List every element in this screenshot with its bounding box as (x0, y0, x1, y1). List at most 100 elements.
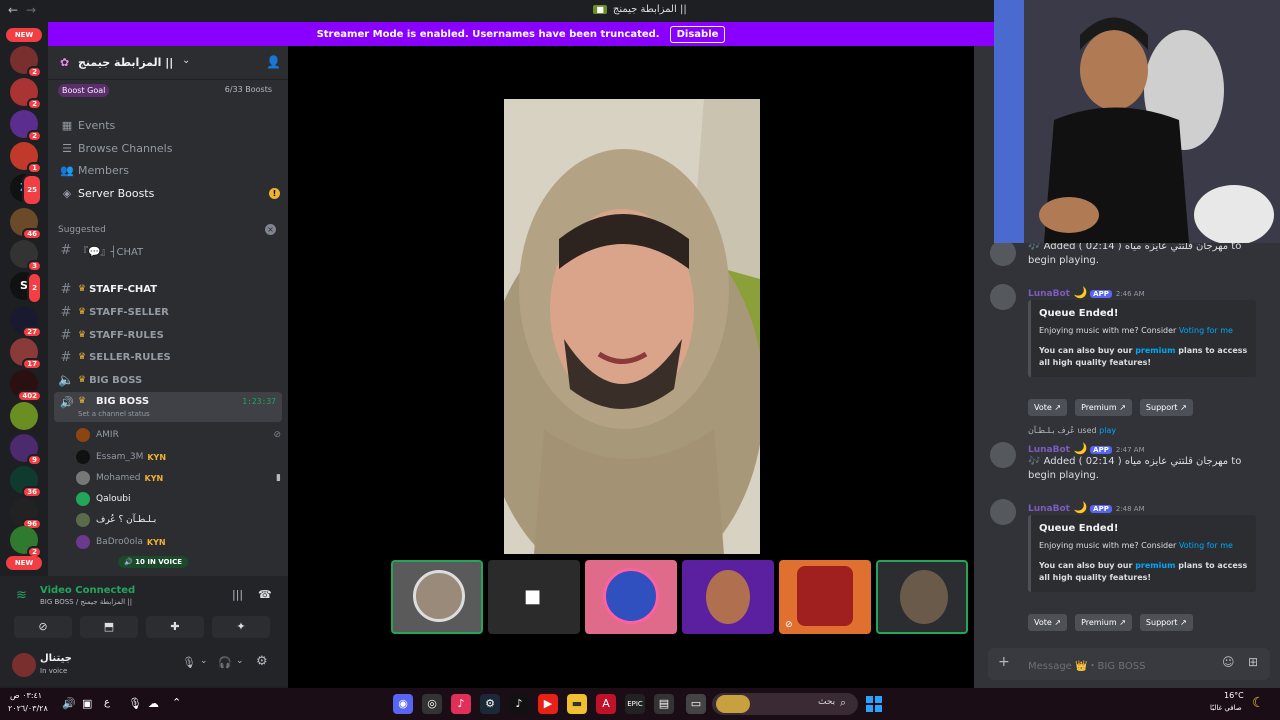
plus-icon[interactable]: + (998, 654, 1010, 670)
server-icon[interactable]: 96 (10, 498, 42, 530)
soundboard-button[interactable]: ✦ (212, 616, 270, 638)
focused-video-tile[interactable] (504, 99, 760, 554)
close-icon[interactable]: × (265, 224, 276, 235)
support-button[interactable]: Support ↗ (1139, 399, 1193, 416)
language-indicator[interactable]: ع (104, 697, 110, 708)
file-explorer-icon[interactable]: ▬ (567, 694, 587, 714)
apps-icon[interactable]: ⊞ (1248, 655, 1258, 669)
headphones-icon[interactable]: 🎧 (218, 656, 232, 669)
voice-user[interactable]: بـلـطـآن ؟ عُرف (76, 510, 281, 530)
voice-user[interactable]: AMIR ⊘ (76, 425, 281, 445)
avatar[interactable] (12, 653, 36, 677)
weather-temp[interactable]: 16°C (1224, 691, 1244, 700)
voice-user[interactable]: Qaloubi (76, 489, 281, 509)
chevron-down-icon[interactable]: ⌄ (182, 55, 190, 66)
steam-taskbar-icon[interactable]: ⚙ (480, 694, 500, 714)
server-icon[interactable] (10, 402, 38, 430)
bot-avatar[interactable] (990, 442, 1016, 468)
disconnect-icon[interactable]: ☎ (258, 588, 272, 601)
microphone-icon[interactable]: 🎙 (182, 656, 196, 669)
vote-button[interactable]: Vote ↗ (1028, 399, 1068, 416)
soundwave-icon[interactable]: ||| (232, 588, 243, 601)
server-icon[interactable]: 2 (10, 110, 42, 142)
settings-gear-icon[interactable]: ⚙ (256, 654, 268, 669)
server-icon[interactable]: 17 (10, 338, 42, 370)
store-taskbar-icon[interactable]: ▤ (654, 694, 674, 714)
premium-link[interactable]: premium (1135, 561, 1175, 570)
tray-chevron-icon[interactable]: ⌃ (172, 696, 181, 709)
participant-tile[interactable] (391, 560, 483, 634)
chevron-down-icon[interactable]: ⌄ (200, 656, 208, 666)
tiktok-live-taskbar-icon[interactable]: ♪ (509, 694, 529, 714)
participant-tile[interactable] (585, 560, 677, 634)
channel-seller-rules[interactable]: # ♛ SELLER-RULES (58, 346, 280, 368)
server-icon[interactable]: S2 (10, 272, 42, 304)
channel-status[interactable]: Set a channel status (78, 410, 150, 418)
nav-server-boosts[interactable]: ◈ Server Boosts! (58, 182, 280, 204)
weather-moon-icon[interactable]: ☾ (1252, 695, 1265, 711)
channel-big-boss-active[interactable]: 🔊 ♛ BIG BOSS 1:23:37 Set a channel statu… (54, 392, 282, 422)
voice-user[interactable]: Mohamed KYN ▮ (76, 468, 281, 488)
server-icon[interactable]: 2 (10, 526, 42, 558)
server-icon[interactable]: 46 (10, 208, 42, 240)
nav-events[interactable]: ▦ Events (58, 114, 280, 136)
vote-link[interactable]: Voting for me (1179, 541, 1233, 550)
server-icon[interactable]: 1 (10, 142, 42, 174)
server-icon[interactable]: 27 (10, 306, 42, 338)
youtube-taskbar-icon[interactable]: ▶ (538, 694, 558, 714)
server-header[interactable]: ✿ المزابطة جيمنج || ⌄ 👤 (48, 46, 288, 80)
nav-members[interactable]: 👥 Members (58, 159, 280, 181)
channel-staff-rules[interactable]: # ♛ STAFF-RULES (58, 324, 280, 346)
clock-time[interactable]: ٠٣:٤١ ص (10, 691, 42, 700)
premium-button[interactable]: Premium ↗ (1075, 399, 1132, 416)
server-icon[interactable]: 36 (10, 466, 42, 498)
channel-staff-seller[interactable]: # ♛ STAFF-SELLER (58, 301, 280, 323)
search-box[interactable]: بحث ⌕ (712, 693, 858, 715)
server-icon[interactable]: 3 (10, 240, 42, 272)
cloud-icon[interactable]: ☁ (148, 697, 159, 710)
bot-avatar[interactable] (990, 499, 1016, 525)
task-view-icon[interactable]: ▭ (686, 694, 706, 714)
server-icon[interactable]: 402 (10, 370, 42, 402)
disable-streamer-button[interactable]: Disable (669, 25, 726, 43)
bot-avatar[interactable] (990, 240, 1016, 266)
server-icon[interactable]: Z25 (10, 174, 42, 206)
network-icon[interactable]: ▣ (82, 697, 92, 710)
vote-link[interactable]: Voting for me (1179, 326, 1233, 335)
discord-taskbar-icon[interactable]: ◉ (393, 694, 413, 714)
participant-tile[interactable]: ■ (488, 560, 580, 634)
bot-avatar[interactable] (990, 284, 1016, 310)
nav-browse-channels[interactable]: ☰ Browse Channels (58, 137, 280, 159)
app-taskbar-icon[interactable]: ◎ (422, 694, 442, 714)
premium-link[interactable]: premium (1135, 346, 1175, 355)
camera-off-button[interactable]: ⊘ (14, 616, 72, 638)
chevron-down-icon[interactable]: ⌄ (236, 656, 244, 666)
participant-tile[interactable] (876, 560, 968, 634)
voice-user[interactable]: Essam_3M KYN (76, 447, 281, 467)
channel-staff-chat[interactable]: # ♛ STAFF-CHAT (58, 278, 280, 300)
volume-icon[interactable]: 🔊 (62, 697, 76, 710)
epic-games-icon[interactable]: EPIC (625, 694, 645, 714)
vote-button[interactable]: Vote ↗ (1028, 614, 1068, 631)
participant-tile[interactable]: ⊘ (779, 560, 871, 634)
windows-start-icon[interactable] (866, 696, 882, 712)
clock-date[interactable]: ٢٠٢٦/٠٣/٢٨ (8, 704, 48, 713)
premium-button[interactable]: Premium ↗ (1075, 614, 1132, 631)
tiktok-taskbar-icon[interactable]: ♪ (451, 694, 471, 714)
app-taskbar-icon[interactable]: A (596, 694, 616, 714)
emoji-icon[interactable]: ☺ (1222, 655, 1235, 669)
participant-tile[interactable] (682, 560, 774, 634)
channel-big-boss-voice[interactable]: 🔈 ♛ BIG BOSS (58, 369, 280, 391)
server-icon[interactable]: 2 (10, 46, 42, 78)
channel-suggested-chat[interactable]: # 『💬』┤CHAT (58, 239, 280, 261)
support-button[interactable]: Support ↗ (1139, 614, 1193, 631)
voice-user[interactable]: BaDro0ola KYN (76, 532, 281, 552)
message-input[interactable]: + Message 👑・BIG BOSS ☺ ⊞ (988, 648, 1270, 680)
signal-icon[interactable]: ≋ (16, 588, 27, 603)
activities-button[interactable]: ✚ (146, 616, 204, 638)
server-icon[interactable]: 9 (10, 434, 42, 466)
invite-icon[interactable]: 👤 (266, 55, 281, 69)
in-voice-pill[interactable]: 🔊 10 IN VOICE (118, 556, 189, 568)
microphone-icon[interactable]: 🎙 (128, 697, 142, 710)
screen-share-button[interactable]: ⬒ (80, 616, 138, 638)
